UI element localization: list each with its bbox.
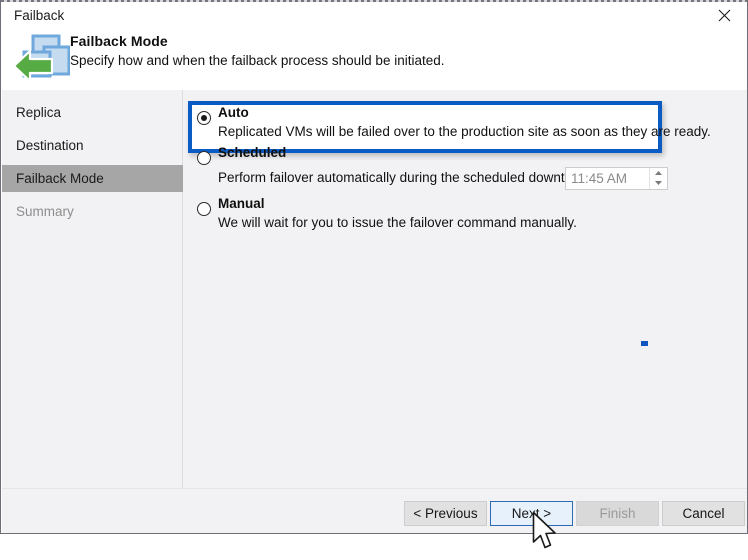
scheduled-time-stepper[interactable] bbox=[649, 168, 667, 189]
wizard-step-sidebar: Replica Destination Failback Mode Summar… bbox=[2, 90, 183, 488]
next-button[interactable]: Next > bbox=[490, 501, 573, 526]
blue-marker-artifact bbox=[641, 341, 648, 346]
radio-manual-description: We will wait for you to issue the failov… bbox=[218, 215, 577, 230]
failback-wizard-window: Failback Failback Mode Specify how and w… bbox=[0, 0, 748, 534]
previous-button[interactable]: < Previous bbox=[404, 501, 487, 526]
sidebar-item-failback-mode[interactable]: Failback Mode bbox=[2, 165, 183, 192]
radio-scheduled-label[interactable]: Scheduled bbox=[218, 145, 286, 160]
page-subtitle: Specify how and when the failback proces… bbox=[70, 53, 444, 68]
radio-auto-description: Replicated VMs will be failed over to th… bbox=[218, 124, 711, 139]
page-title: Failback Mode bbox=[70, 33, 168, 49]
sidebar-item-replica[interactable]: Replica bbox=[2, 99, 183, 126]
finish-button: Finish bbox=[576, 501, 659, 526]
scheduled-time-value: 11:45 AM bbox=[571, 170, 627, 188]
radio-scheduled-description: Perform failover automatically during th… bbox=[218, 170, 605, 185]
wizard-body: Replica Destination Failback Mode Summar… bbox=[2, 90, 748, 488]
radio-scheduled[interactable] bbox=[197, 151, 211, 165]
failback-replica-arrow-icon bbox=[12, 32, 70, 84]
sidebar-item-summary: Summary bbox=[2, 198, 183, 225]
window-title: Failback bbox=[14, 7, 64, 25]
wizard-footer: < Previous Next > Finish Cancel bbox=[2, 488, 748, 533]
failback-mode-options-panel: Auto Replicated VMs will be failed over … bbox=[183, 90, 748, 488]
cancel-button[interactable]: Cancel bbox=[662, 501, 745, 526]
chevron-down-icon[interactable] bbox=[650, 178, 667, 188]
radio-auto-label[interactable]: Auto bbox=[218, 105, 249, 120]
scheduled-time-input[interactable]: 11:45 AM bbox=[565, 167, 668, 190]
close-icon[interactable] bbox=[701, 0, 747, 30]
wizard-header: Failback Mode Specify how and when the f… bbox=[2, 30, 748, 90]
radio-manual-label[interactable]: Manual bbox=[218, 196, 265, 211]
chevron-up-icon[interactable] bbox=[650, 168, 667, 178]
title-bar: Failback bbox=[1, 2, 747, 30]
radio-manual[interactable] bbox=[197, 202, 211, 216]
radio-auto[interactable] bbox=[197, 111, 211, 125]
sidebar-item-destination[interactable]: Destination bbox=[2, 132, 183, 159]
